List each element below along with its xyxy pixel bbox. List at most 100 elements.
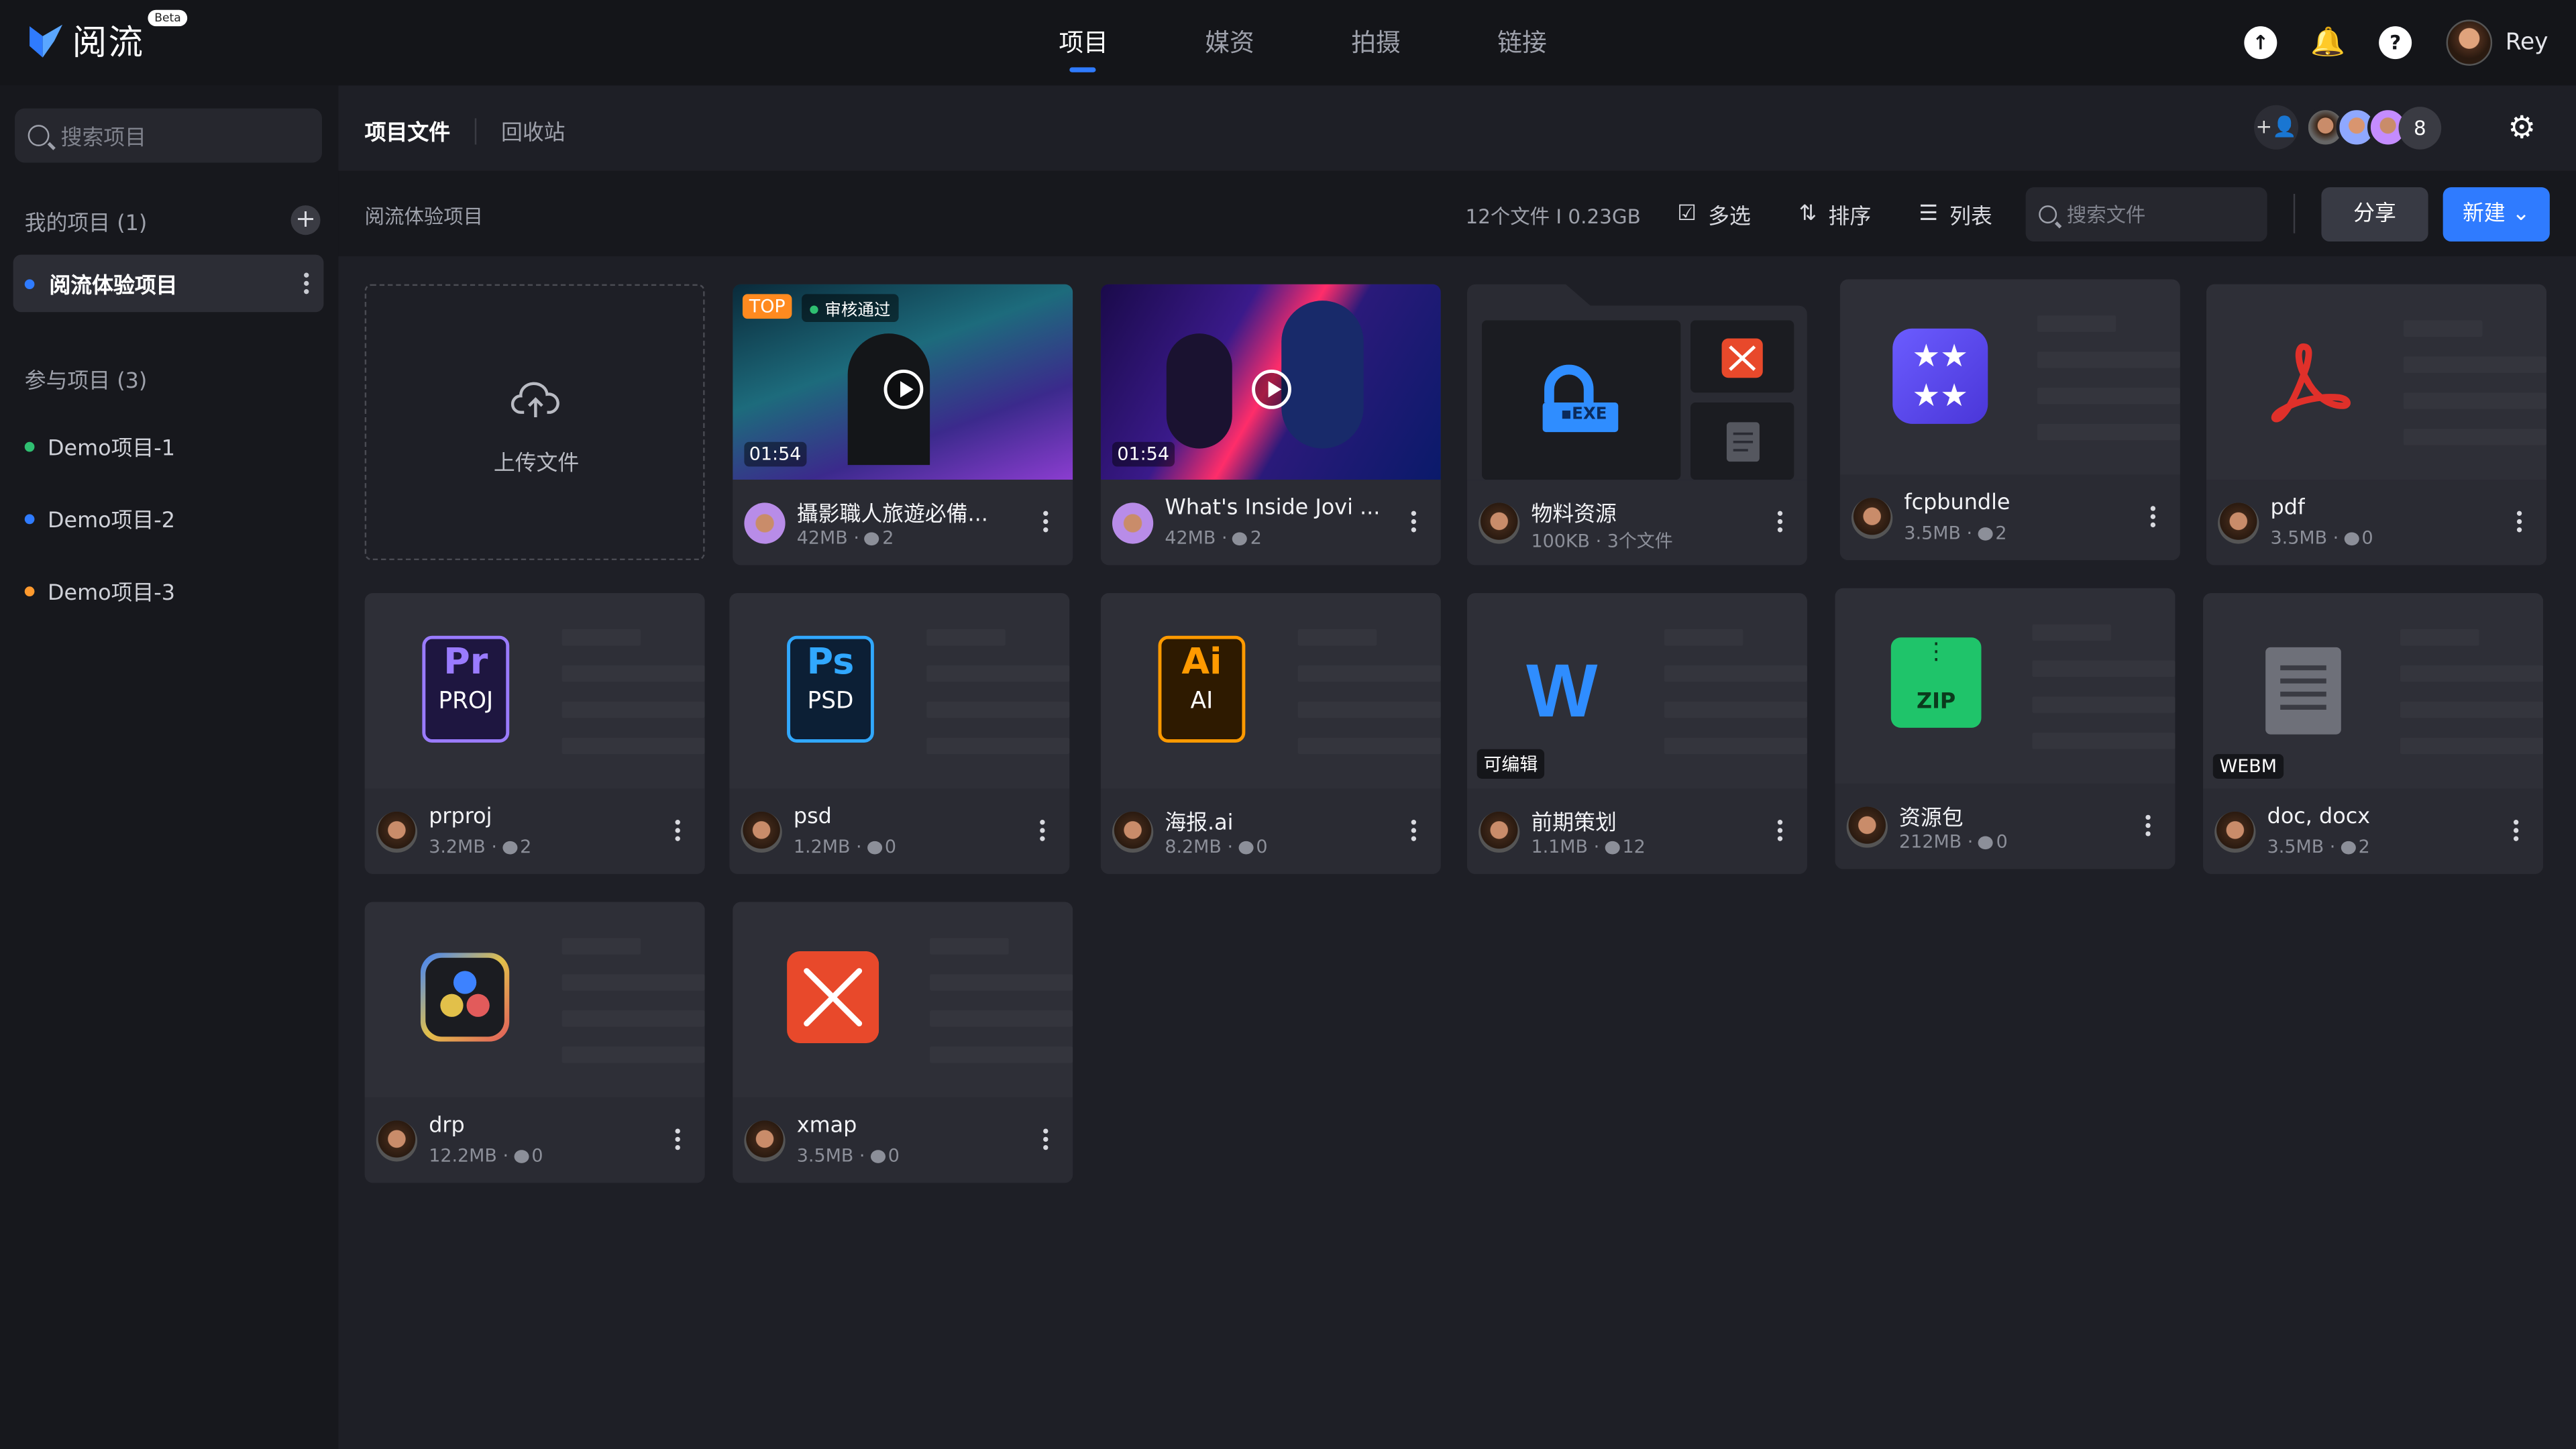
help-icon[interactable]: ? <box>2379 26 2412 60</box>
new-label: 新建 <box>2462 202 2506 227</box>
more-icon[interactable] <box>1777 820 1783 841</box>
more-icon[interactable] <box>1043 511 1049 533</box>
file-meta: 12.2MB · 0 <box>429 1144 543 1167</box>
file-card[interactable]: drp 12.2MB · 0 <box>364 902 705 1183</box>
file-meta: 3.5MB · 2 <box>1904 522 2007 544</box>
invite-member-icon[interactable]: +👤 <box>2254 105 2299 150</box>
file-info: 物料资源 100KB · 3个文件 <box>1466 480 1807 566</box>
more-icon[interactable] <box>2513 820 2519 841</box>
editable-badge: 可编辑 <box>1477 749 1545 779</box>
file-name: pdf <box>2270 496 2306 521</box>
file-card[interactable]: Ps PSD psd 1.2MB · 0 <box>729 593 1070 874</box>
breadcrumb[interactable]: 阅流体验项目 <box>365 202 483 230</box>
upload-label: 上传文件 <box>493 451 580 477</box>
file-search-input[interactable]: 搜索文件 <box>2025 187 2267 242</box>
upload-icon[interactable]: ↑ <box>2244 26 2277 60</box>
duration: 01:54 <box>744 441 806 467</box>
placeholder-lines <box>2400 629 2544 774</box>
multi-select-button[interactable]: ☑ 多选 <box>1677 199 1750 230</box>
sort-button[interactable]: ⇅ 排序 <box>1799 199 1872 230</box>
status-label: 审核通过 <box>824 302 891 321</box>
upload-dropzone[interactable]: 上传文件 <box>364 284 705 561</box>
file-name: 资源包 <box>1899 806 1964 832</box>
comment-icon <box>869 1150 885 1163</box>
file-name: fcpbundle <box>1904 491 2010 516</box>
comment-icon <box>502 841 517 855</box>
file-card[interactable]: ★★ ★★ fcpbundle 3.5MB · 2 <box>1839 279 2180 561</box>
tab-trash[interactable]: 回收站 <box>501 115 566 146</box>
placeholder-lines <box>1297 629 1441 774</box>
more-icon[interactable] <box>1411 511 1417 533</box>
more-icon[interactable] <box>2150 506 2156 528</box>
nav-shoot[interactable]: 拍摄 <box>1303 0 1449 85</box>
file-card[interactable]: xmap 3.5MB · 0 <box>733 902 1073 1183</box>
premiere-ext: PROJ <box>438 688 494 715</box>
collaborator-count[interactable]: 8 <box>2398 105 2442 149</box>
file-name: drp <box>429 1114 465 1139</box>
folder-card[interactable]: ▪EXE 物料资源 100KB · 3个文件 <box>1466 284 1807 566</box>
more-icon[interactable] <box>304 272 309 294</box>
file-card[interactable]: TOP 审核通过 01:54 攝影職人旅遊必備... 42MB · 2 <box>733 284 1073 566</box>
add-project-button[interactable]: + <box>290 205 321 235</box>
comment-icon <box>1977 527 1992 541</box>
avatar <box>1479 502 1520 544</box>
comment-icon <box>866 841 881 855</box>
gear-icon[interactable]: ⚙ <box>2506 112 2538 145</box>
avatar <box>1112 502 1154 544</box>
thumbnail-figure <box>1281 301 1364 449</box>
more-icon[interactable] <box>1043 1128 1049 1150</box>
file-card[interactable]: Ai AI 海报.ai 8.2MB · 0 <box>1100 593 1441 874</box>
project-search-input[interactable]: 搜索项目 <box>15 108 323 163</box>
file-info: doc, docx 3.5MB · 2 <box>2203 788 2544 874</box>
video-thumbnail: 01:54 <box>1100 284 1441 480</box>
nav-links[interactable]: 链接 <box>1449 0 1595 85</box>
file-meta: 212MB · 0 <box>1899 831 2008 853</box>
play-icon[interactable] <box>1252 370 1291 409</box>
more-icon[interactable] <box>1411 820 1417 841</box>
file-card[interactable]: pdf 3.5MB · 0 <box>2206 284 2546 566</box>
file-tabs: 项目文件 回收站 <box>365 115 566 146</box>
share-button[interactable]: 分享 <box>2321 187 2428 242</box>
file-card[interactable]: ⋮ ZIP 资源包 212MB · 0 <box>1835 588 2176 869</box>
list-view-button[interactable]: ☰ 列表 <box>1919 199 1992 230</box>
file-card[interactable]: WEBM doc, docx 3.5MB · 2 <box>2203 593 2544 874</box>
placeholder-lines <box>2032 624 2176 769</box>
more-icon[interactable] <box>2516 511 2522 533</box>
nav-media[interactable]: 媒资 <box>1157 0 1303 85</box>
duration: 01:54 <box>1112 441 1175 467</box>
folder-shape <box>1466 284 1807 480</box>
file-info: pdf 3.5MB · 0 <box>2206 480 2546 566</box>
file-thumbnail: Ps PSD <box>729 593 1070 789</box>
sidebar-item-demo-2[interactable]: Demo项目-2 <box>24 502 175 534</box>
avatar <box>2214 811 2256 853</box>
user-name[interactable]: Rey <box>2506 30 2548 56</box>
more-icon[interactable] <box>1040 820 1045 841</box>
file-card[interactable]: Pr PROJ prproj 3.2MB · 2 <box>364 593 705 874</box>
avatar <box>2218 502 2259 544</box>
placeholder-lines <box>2037 315 2180 460</box>
file-card[interactable]: W 可编辑 前期策划 1.1MB · 12 <box>1466 593 1807 874</box>
avatar <box>741 811 782 853</box>
demo-dot-icon <box>24 586 35 596</box>
more-icon[interactable] <box>675 820 680 841</box>
file-card[interactable]: 01:54 What's Inside Jovi ... 42MB · 2 <box>1100 284 1441 566</box>
bell-icon[interactable]: 🔔 <box>2310 26 2345 59</box>
sidebar-item-demo-1[interactable]: Demo项目-1 <box>24 431 175 462</box>
sidebar-item-demo-3[interactable]: Demo项目-3 <box>24 575 176 606</box>
demo-label: Demo项目-3 <box>48 581 176 606</box>
sidebar-item-active-project[interactable]: 阅流体验项目 <box>13 254 324 313</box>
tab-project-files[interactable]: 项目文件 <box>365 115 450 146</box>
new-button[interactable]: 新建 ⌄ <box>2443 187 2550 242</box>
file-meta: 42MB · 2 <box>1165 527 1262 549</box>
app-logo[interactable]: 阅流 Beta <box>26 9 188 65</box>
zipper-icon: ⋮ <box>1925 639 1948 665</box>
file-info: xmap 3.5MB · 0 <box>733 1097 1073 1183</box>
more-icon[interactable] <box>1777 511 1783 533</box>
play-icon[interactable] <box>883 370 924 409</box>
more-icon[interactable] <box>675 1128 680 1150</box>
nav-projects[interactable]: 项目 <box>1010 0 1157 85</box>
more-icon[interactable] <box>2145 814 2151 837</box>
top-bar: 阅流 Beta 项目 媒资 拍摄 链接 ↑ 🔔 ? Rey <box>0 0 2576 86</box>
file-name: What's Inside Jovi ... <box>1165 496 1381 521</box>
user-avatar[interactable] <box>2446 19 2493 66</box>
